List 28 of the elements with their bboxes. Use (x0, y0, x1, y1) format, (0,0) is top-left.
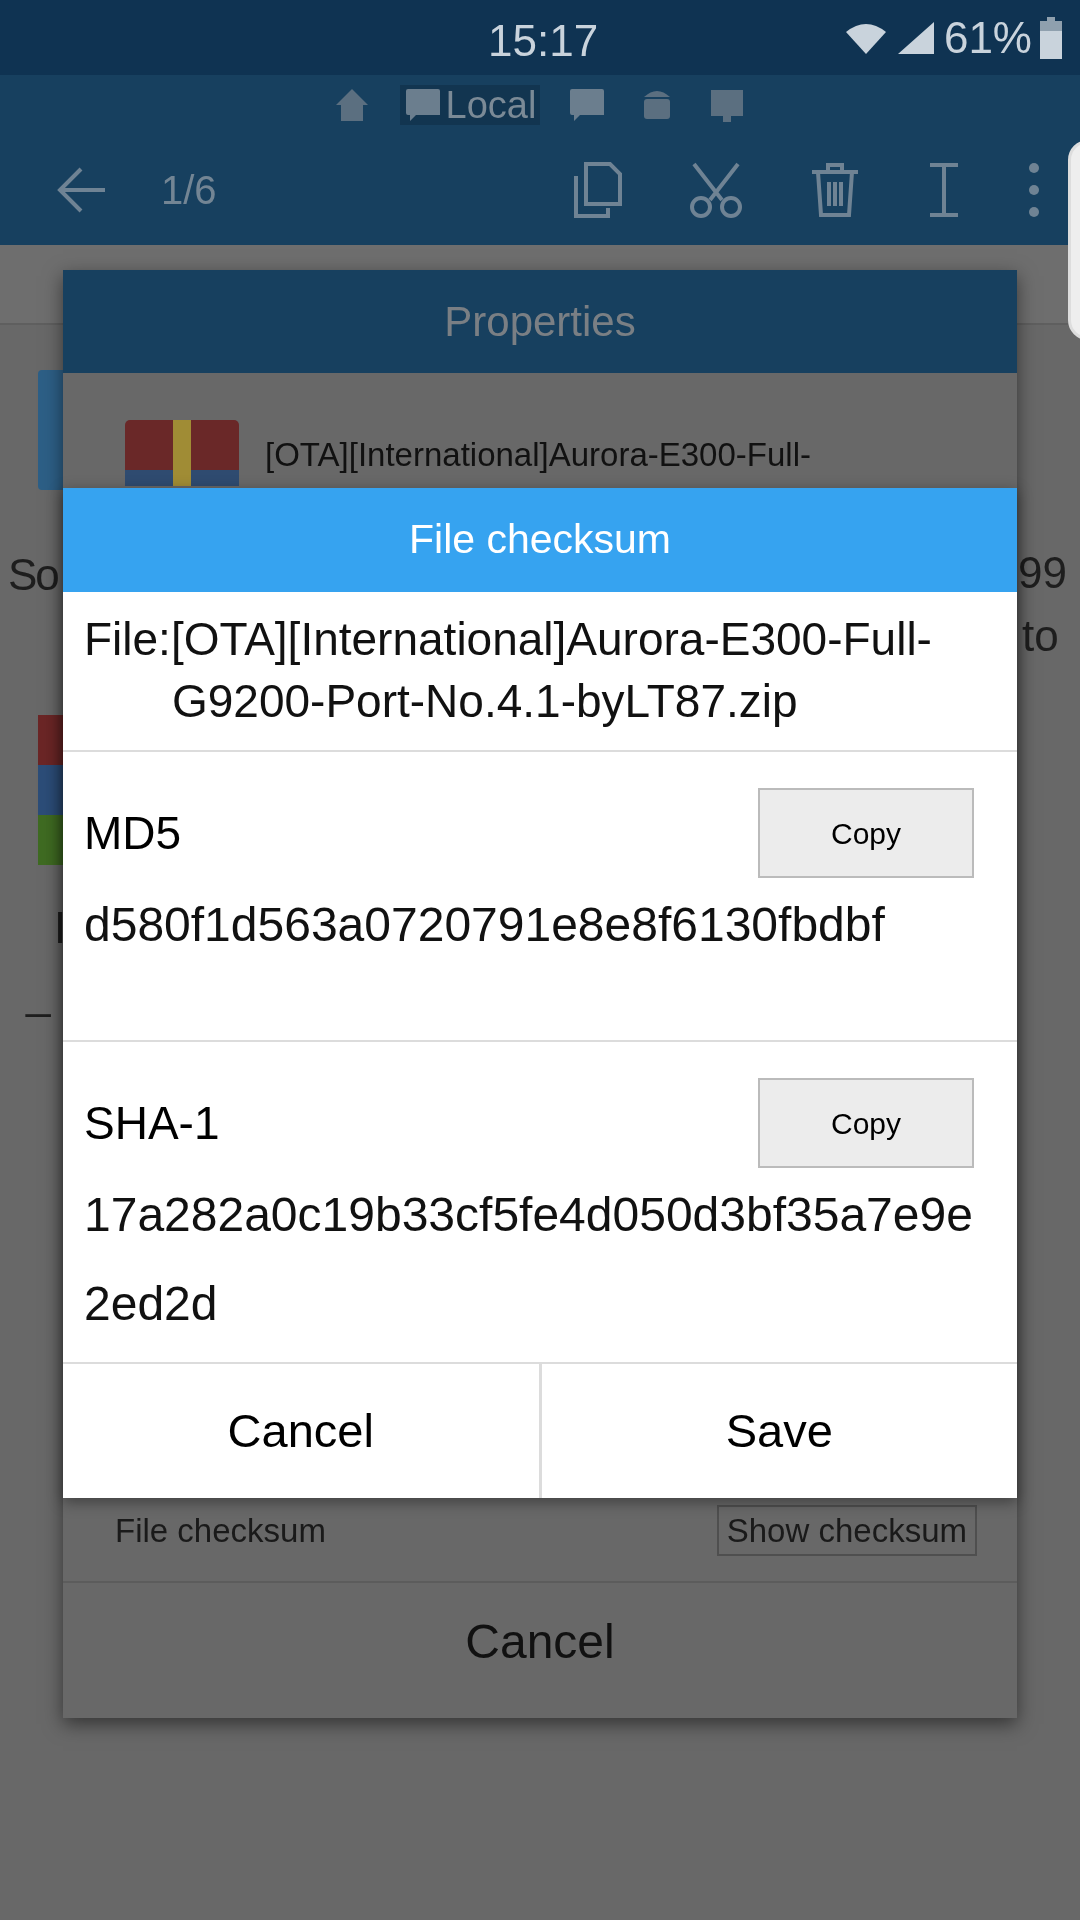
file-name-fragment: So (8, 549, 58, 601)
file-name-fragment: to (1022, 610, 1059, 662)
archive-icon (125, 420, 239, 486)
dialog-title: File checksum (63, 488, 1017, 592)
archive-icon (38, 715, 63, 865)
row-label: File checksum (115, 1510, 326, 1551)
hash-value: d580f1d563a0720791e8e8f6130fbdbf (84, 897, 886, 953)
copy-button[interactable]: Copy (758, 788, 974, 878)
more-icon[interactable] (1028, 162, 1040, 218)
file-name-fragment: 99 (1018, 547, 1067, 599)
hash-value: 17a282a0c19b33cf5fe4d050d3bf35a7e9e2ed2d (84, 1187, 974, 1332)
cancel-button[interactable]: Cancel (63, 1364, 539, 1498)
battery-percent: 61% (943, 11, 1032, 64)
copy-button[interactable]: Copy (758, 1078, 974, 1168)
location-tab[interactable]: Local (399, 85, 541, 125)
selection-counter: 1/6 (161, 167, 217, 214)
file-name-fragment: _ (26, 967, 51, 1019)
hash-name: SHA-1 (84, 1095, 220, 1151)
file-name: [OTA][International]Aurora-E300-Full- (265, 435, 811, 475)
scissors-icon[interactable] (688, 162, 744, 218)
file-path-text: File:[OTA][International]Aurora-E300-Full-G9200-Port-No.4.1-byLT87.zip (84, 612, 933, 729)
copy-icon[interactable] (572, 162, 622, 218)
dialog-title: Properties (63, 270, 1017, 373)
trash-icon[interactable] (810, 162, 860, 218)
battery-icon (1040, 16, 1062, 59)
clock-time: 15:17 (488, 15, 599, 67)
hash-name: MD5 (84, 805, 182, 861)
save-button[interactable]: Save (538, 1364, 1017, 1498)
